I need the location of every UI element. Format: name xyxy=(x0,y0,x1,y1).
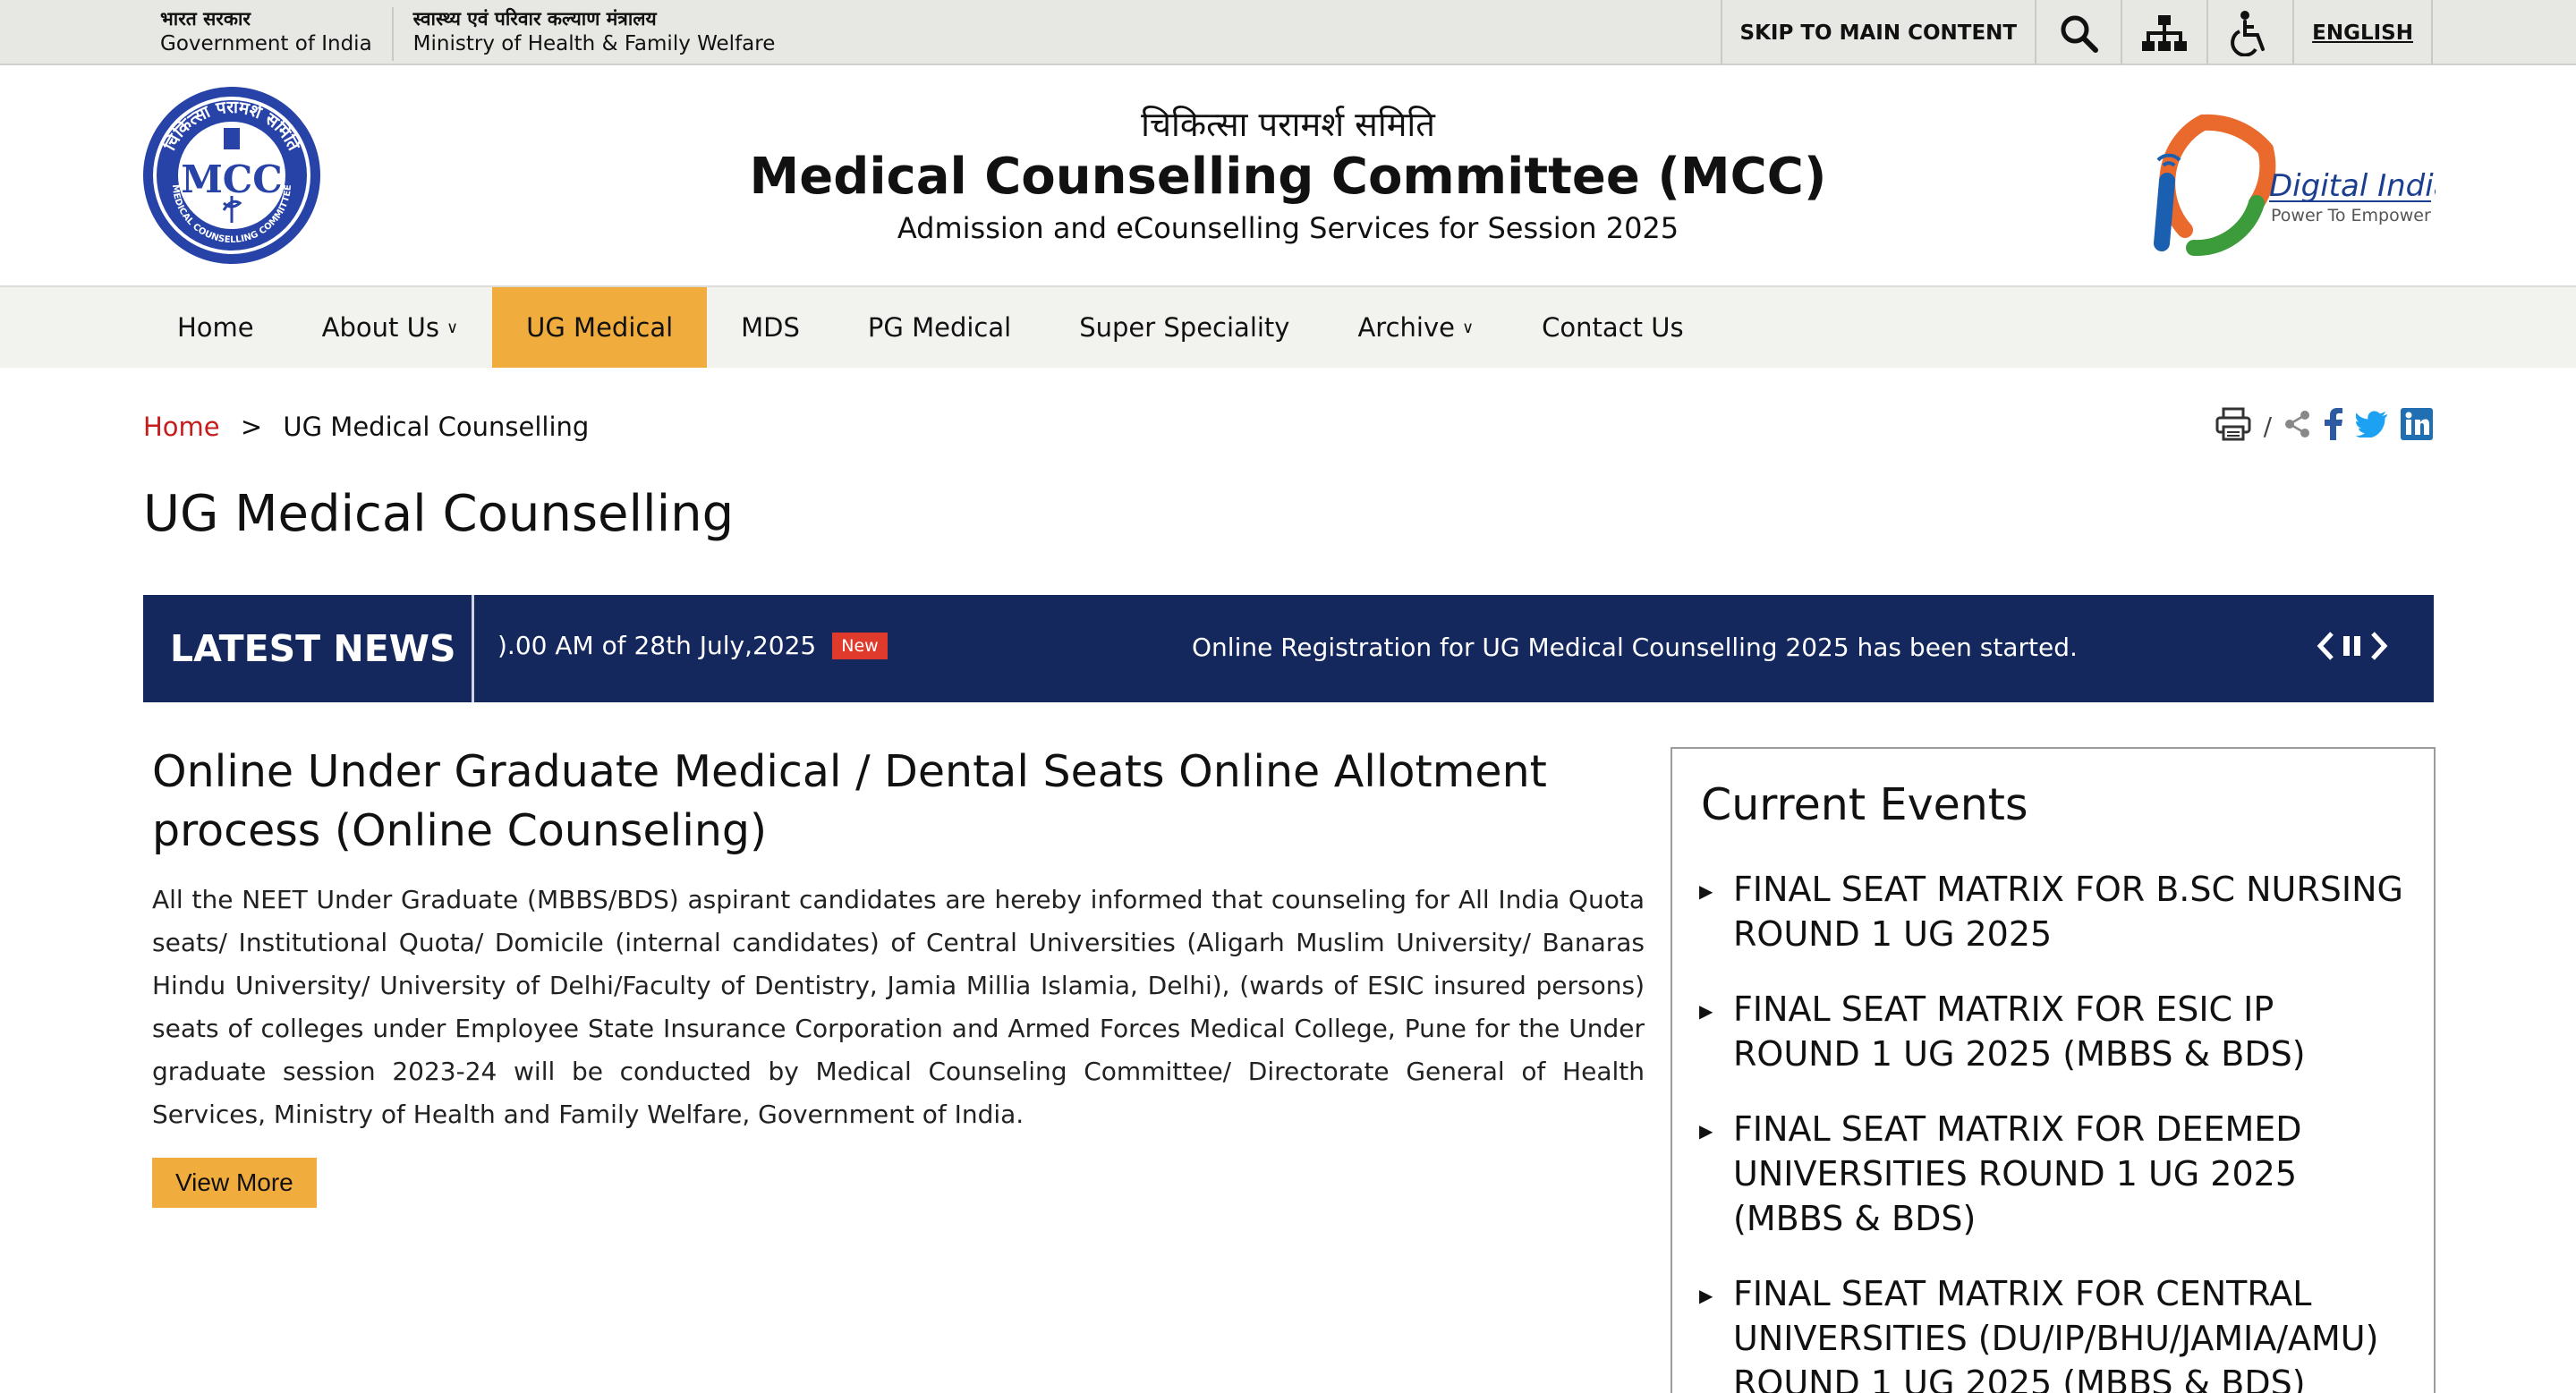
nav-item-super-speciality[interactable]: Super Speciality xyxy=(1045,287,1323,368)
skip-to-main-content-link[interactable]: SKIP TO MAIN CONTENT xyxy=(1720,0,2036,65)
page-title: UG Medical Counselling xyxy=(143,485,735,543)
triangle-bullet-icon: ▶ xyxy=(1699,1285,1713,1306)
sitemap-icon xyxy=(2142,14,2188,51)
nav-item-label: Contact Us xyxy=(1542,312,1684,343)
latest-news-label: LATEST NEWS xyxy=(143,595,474,702)
article-body: All the NEET Under Graduate (MBBS/BDS) a… xyxy=(152,885,1645,1129)
share-icon xyxy=(2285,411,2309,437)
nav-item-pg-medical[interactable]: PG Medical xyxy=(834,287,1045,368)
language-selector[interactable]: ENGLISH xyxy=(2292,0,2433,65)
event-item-label: FINAL SEAT MATRIX FOR DEEMED UNIVERSITIE… xyxy=(1733,1109,2302,1238)
new-badge: New xyxy=(832,632,888,659)
nav-item-label: Home xyxy=(177,312,254,343)
search-icon xyxy=(2061,15,2099,53)
site-header: चिकित्सा परामर्श समिति MEDICAL COUNSELLI… xyxy=(0,65,2576,287)
linkedin-icon xyxy=(2401,408,2433,440)
ministry-english-label: Ministry of Health & Family Welfare xyxy=(412,32,776,55)
svg-text:Power To Empower: Power To Empower xyxy=(2271,206,2431,225)
gov-hindi-label: भारत सरकार xyxy=(160,8,251,30)
chevron-down-icon: ∨ xyxy=(446,318,459,337)
news-controls xyxy=(2316,631,2389,665)
sitemap-button[interactable] xyxy=(2121,0,2206,65)
nav-item-about-us[interactable]: About Us ∨ xyxy=(288,287,492,368)
event-item[interactable]: ▶ FINAL SEAT MATRIX FOR ESIC IP ROUND 1 U… xyxy=(1699,987,2406,1076)
facebook-share-button[interactable] xyxy=(2324,408,2343,444)
nav-item-label: PG Medical xyxy=(867,312,1012,343)
facebook-icon xyxy=(2325,408,2342,440)
breadcrumb-current: UG Medical Counselling xyxy=(283,412,590,442)
government-identity: भारत सरकार Government of India स्वास्थ्य… xyxy=(160,7,814,61)
ministry-of-health[interactable]: स्वास्थ्य एवं परिवार कल्याण मंत्रालय Min… xyxy=(413,7,795,61)
current-events-panel: Current Events ▶ FINAL SEAT MATRIX FOR B.… xyxy=(1671,747,2436,1393)
search-button[interactable] xyxy=(2035,0,2121,65)
gov-english-label: Government of India xyxy=(160,32,372,55)
breadcrumb: Home > UG Medical Counselling xyxy=(143,412,589,442)
triangle-bullet-icon: ▶ xyxy=(1699,880,1713,902)
chevron-down-icon: ∨ xyxy=(1461,318,1475,337)
main-navigation: Home About Us ∨ UG Medical MDS PG Medical Supe… xyxy=(0,287,2576,368)
nav-item-contact-us[interactable]: Contact Us xyxy=(1508,287,1717,368)
share-separator: / xyxy=(2263,411,2272,441)
latest-news-ticker: LATEST NEWS ).00 AM of 28th July,2025 Ne… xyxy=(143,595,2434,702)
nav-item-label: Super Speciality xyxy=(1079,312,1290,343)
print-button[interactable] xyxy=(2215,407,2251,445)
accessibility-icon xyxy=(2231,10,2266,56)
article-title: Online Under Graduate Medical / Dental S… xyxy=(152,746,1547,856)
triangle-bullet-icon: ▶ xyxy=(1699,1120,1713,1142)
news-item[interactable]: ).00 AM of 28th July,2025 New xyxy=(497,631,888,660)
chevron-left-icon xyxy=(2317,632,2334,660)
nav-item-label: UG Medical xyxy=(526,312,674,343)
twitter-share-button[interactable] xyxy=(2355,411,2388,441)
ministry-hindi-label: स्वास्थ्य एवं परिवार कल्याण मंत्रालय xyxy=(412,8,657,30)
svg-text:Digital India: Digital India xyxy=(2269,168,2436,204)
nav-item-label: MDS xyxy=(741,312,800,343)
news-pause-button[interactable] xyxy=(2341,634,2364,661)
twitter-icon xyxy=(2355,411,2387,438)
breadcrumb-separator: > xyxy=(240,412,263,442)
nav-item-home[interactable]: Home xyxy=(143,287,288,368)
linkedin-share-button[interactable] xyxy=(2401,408,2433,444)
chevron-right-icon xyxy=(2371,632,2388,660)
breadcrumb-home-link[interactable]: Home xyxy=(143,412,220,442)
counselling-article: Online Under Graduate Medical / Dental S… xyxy=(152,743,1645,1208)
news-next-button[interactable] xyxy=(2369,631,2389,665)
nav-menu: Home About Us ∨ UG Medical MDS PG Medical Supe… xyxy=(143,287,1718,368)
government-of-india[interactable]: भारत सरकार Government of India xyxy=(160,7,394,61)
event-item-label: FINAL SEAT MATRIX FOR CENTRAL UNIVERSITI… xyxy=(1733,1274,2379,1393)
nav-item-label: Archive xyxy=(1357,312,1455,343)
nav-item-label: About Us xyxy=(321,312,439,343)
nav-item-archive[interactable]: Archive ∨ xyxy=(1323,287,1508,368)
top-utility-links: SKIP TO MAIN CONTENT ENGLISH xyxy=(1720,0,2433,65)
event-item[interactable]: ▶ FINAL SEAT MATRIX FOR DEEMED UNIVERSITI… xyxy=(1699,1107,2406,1241)
news-previous-button[interactable] xyxy=(2316,631,2335,665)
government-top-bar: भारत सरकार Government of India स्वास्थ्य… xyxy=(0,0,2576,65)
event-item-label: FINAL SEAT MATRIX FOR B.SC NURSING ROUND… xyxy=(1733,870,2403,954)
event-item-label: FINAL SEAT MATRIX FOR ESIC IP ROUND 1 UG… xyxy=(1733,990,2306,1074)
share-button[interactable] xyxy=(2284,410,2311,442)
nav-item-mds[interactable]: MDS xyxy=(707,287,834,368)
event-item[interactable]: ▶ FINAL SEAT MATRIX FOR B.SC NURSING ROUN… xyxy=(1699,867,2406,956)
event-item[interactable]: ▶ FINAL SEAT MATRIX FOR CENTRAL UNIVERSIT… xyxy=(1699,1271,2406,1393)
current-events-list: ▶ FINAL SEAT MATRIX FOR B.SC NURSING ROUN… xyxy=(1699,867,2406,1393)
pause-icon xyxy=(2343,636,2360,656)
current-events-title: Current Events xyxy=(1701,779,2028,830)
view-more-button[interactable]: View More xyxy=(152,1158,317,1208)
news-item-text: ).00 AM of 28th July,2025 xyxy=(497,631,817,660)
digital-india-logo[interactable]: Digital India Power To Empower xyxy=(2131,96,2436,257)
nav-item-ug-medical[interactable]: UG Medical xyxy=(492,287,708,368)
triangle-bullet-icon: ▶ xyxy=(1699,1000,1713,1022)
print-icon xyxy=(2215,407,2251,441)
accessibility-button[interactable] xyxy=(2206,0,2292,65)
news-item[interactable]: Online Registration for UG Medical Couns… xyxy=(1192,633,2078,662)
share-toolbar: / xyxy=(2215,407,2433,445)
